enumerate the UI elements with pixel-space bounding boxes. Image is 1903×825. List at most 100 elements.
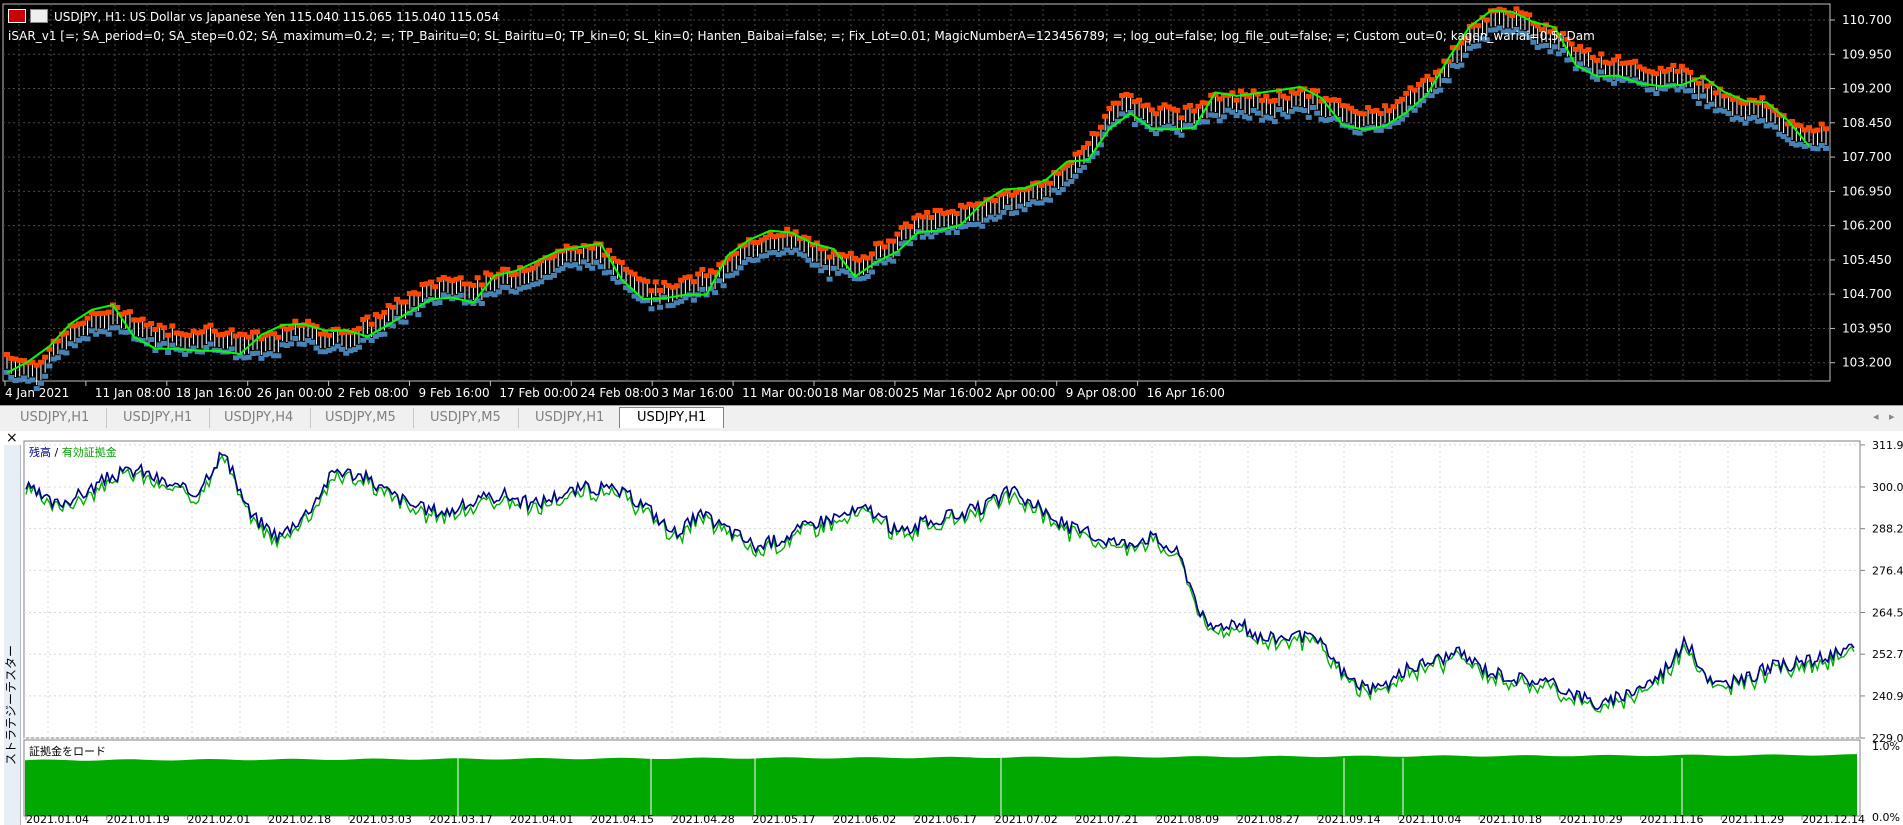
sell-marker [1759, 95, 1766, 101]
legend-equity: 有効証拠金 [61, 446, 117, 459]
date-label: 2021.01.19 [107, 813, 170, 825]
sell-marker [80, 320, 87, 326]
price-label: 103.950 [1842, 321, 1892, 335]
buy-marker [996, 214, 1003, 220]
buy-marker [830, 265, 837, 271]
date-label: 2021.08.09 [1156, 813, 1219, 825]
chart-symbol-header: USDJPY, H1: US Dollar vs Japanese Yen 11… [8, 9, 499, 24]
buy-marker [71, 343, 78, 349]
chart-list-icon[interactable] [8, 9, 26, 23]
sell-marker [695, 271, 702, 277]
tab-scroll-left-icon[interactable]: ◂ [1873, 410, 1879, 423]
time-label: 26 Jan 00:00 [257, 386, 333, 400]
time-label: 25 Mar 16:00 [904, 386, 984, 400]
price-chart-panel[interactable]: 110.700 109.950 109.200 108.450 107.700 106.9… [0, 0, 1903, 405]
buy-marker [1560, 47, 1567, 53]
sell-marker [1305, 93, 1312, 99]
sell-marker [1144, 102, 1151, 108]
sell-marker [1814, 127, 1821, 133]
sell-marker [1823, 126, 1829, 132]
sell-marker [1818, 121, 1825, 127]
buy-marker [436, 300, 443, 306]
close-icon[interactable]: × [6, 430, 18, 446]
sell-marker [199, 329, 206, 335]
sell-marker [1390, 104, 1397, 110]
chart-tab[interactable]: USDJPY,H1 [518, 408, 623, 428]
sell-marker [1106, 105, 1113, 111]
sell-marker [275, 334, 282, 340]
chart-tab[interactable]: USDJPY,H4 [207, 408, 312, 428]
sell-marker [1233, 97, 1240, 103]
sell-marker [254, 329, 261, 335]
buy-marker [402, 319, 409, 325]
sell-marker [924, 209, 931, 215]
sell-marker [415, 291, 422, 297]
sell-marker [847, 250, 854, 256]
buy-marker [1131, 122, 1138, 128]
sell-marker [907, 223, 914, 229]
buy-marker [1047, 197, 1054, 203]
time-label: 2 Feb 08:00 [338, 386, 409, 400]
sell-marker [402, 299, 409, 305]
buy-marker [84, 336, 91, 342]
buy-marker [254, 350, 261, 356]
sell-marker [288, 325, 295, 331]
sell-marker [1615, 53, 1622, 59]
sell-marker [1102, 113, 1109, 119]
chart-tab[interactable]: USDJPY,H1 [619, 407, 725, 428]
sell-marker [1136, 97, 1143, 103]
buy-marker [42, 373, 49, 379]
date-label: 2021.11.16 [1641, 813, 1704, 825]
buy-marker [1246, 115, 1253, 121]
buy-marker [415, 312, 422, 318]
tab-scroll-right-icon[interactable]: ▸ [1889, 410, 1895, 423]
chart-tab[interactable]: USDJPY,H1 [106, 408, 211, 428]
sell-marker [894, 231, 901, 237]
buy-marker [597, 264, 604, 270]
time-label: 18 Jan 16:00 [176, 386, 252, 400]
strategy-tester-graph: 311.9 300.0 288.2 276.4 264.5 252.7 240.9 229.0… [0, 430, 1903, 825]
sell-marker [644, 278, 651, 284]
sell-marker [1598, 51, 1605, 57]
sell-marker [1174, 107, 1181, 113]
buy-marker [381, 331, 388, 337]
date-label: 2021.03.03 [349, 813, 412, 825]
sell-marker [652, 279, 659, 285]
date-label: 2021.02.01 [187, 813, 250, 825]
date-label: 2021.01.04 [26, 813, 89, 825]
chart-tab[interactable]: USDJPY,M5 [308, 408, 414, 428]
buy-marker [1276, 107, 1283, 113]
sell-marker [207, 322, 214, 328]
buy-marker [478, 300, 485, 306]
buy-marker [928, 234, 935, 240]
price-label: 106.950 [1842, 184, 1892, 198]
balance-label: 252.7 [1872, 648, 1903, 661]
tester-legend: 残高 / 有効証拠金 [29, 444, 117, 460]
sell-marker [1093, 131, 1100, 137]
time-label: 18 Mar 08:00 [823, 386, 903, 400]
sell-marker [1284, 95, 1291, 101]
price-label: 105.450 [1842, 253, 1892, 267]
time-label: 11 Jan 08:00 [95, 386, 171, 400]
legend-separator: / [51, 446, 62, 459]
margin-load-label: 証拠金をロード [29, 745, 106, 758]
sell-marker [1377, 110, 1384, 116]
chart-tab[interactable]: USDJPY,M5 [413, 408, 519, 428]
one-click-trading-icon[interactable] [30, 9, 48, 23]
sell-marker [37, 359, 44, 365]
buy-marker [864, 273, 871, 279]
balance-label: 264.5 [1872, 606, 1903, 619]
sell-marker [1127, 93, 1134, 99]
buy-marker [1068, 178, 1075, 184]
tester-side-tab[interactable]: ストラテジーテスター [4, 445, 21, 825]
buy-marker [1475, 43, 1482, 49]
buy-marker [33, 386, 40, 392]
sell-marker [139, 316, 146, 322]
buy-marker [733, 270, 740, 276]
buy-marker [945, 230, 952, 236]
sell-marker [377, 314, 384, 320]
chart-tab[interactable]: USDJPY,H1 [3, 408, 108, 428]
sell-marker [1047, 180, 1054, 186]
price-chart[interactable]: 110.700 109.950 109.200 108.450 107.700 106.9… [0, 0, 1903, 405]
buy-marker [1691, 94, 1698, 100]
